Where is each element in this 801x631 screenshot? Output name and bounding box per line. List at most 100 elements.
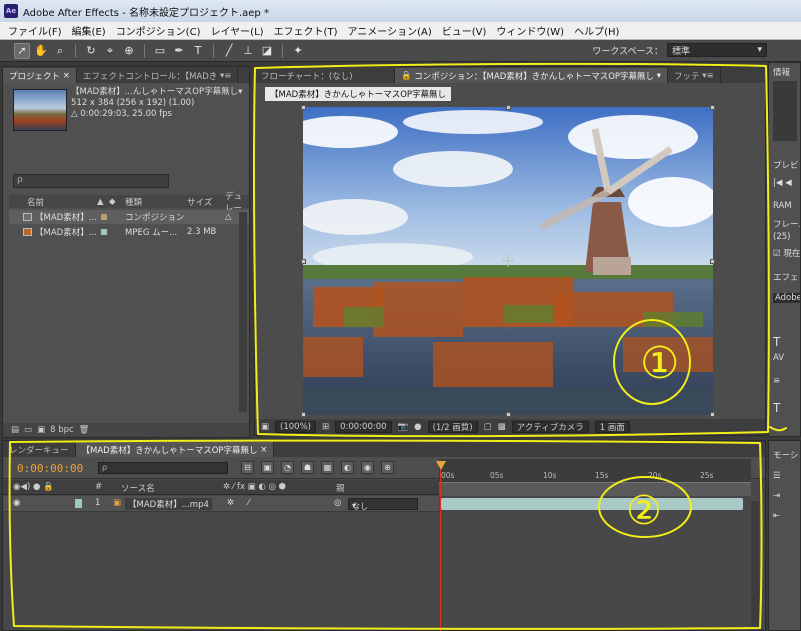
bounding-handle[interactable] <box>301 259 306 264</box>
tab-flowchart[interactable]: フローチャート：(なし) <box>255 68 395 83</box>
always-preview-icon[interactable]: ▣ <box>261 422 269 432</box>
tab-footage[interactable]: フッテ ▾≡ <box>668 68 721 83</box>
zoom-tool-icon[interactable]: ⌕ <box>52 43 68 59</box>
project-scrollbar[interactable] <box>239 212 247 412</box>
magnification-dropdown[interactable]: (100%) <box>275 421 316 433</box>
brush-tool-icon[interactable]: ╱ <box>221 43 237 59</box>
motion-blur-icon[interactable]: ◐ <box>341 461 354 474</box>
rectangle-tool-icon[interactable]: ▭ <box>152 43 168 59</box>
layer-name[interactable]: 【MAD素材】...mp4 <box>125 498 212 510</box>
new-folder-icon[interactable]: ▭ <box>24 425 32 435</box>
collapse-switch-icon[interactable]: ✲ <box>227 498 234 508</box>
motion-panel-label[interactable]: モーシ <box>773 449 798 461</box>
menu-help[interactable]: ヘルプ(H) <box>574 23 619 38</box>
bounding-handle[interactable] <box>301 412 306 417</box>
menu-composition[interactable]: コンポジション(C) <box>116 23 201 38</box>
list-item[interactable]: 【MAD素材】... MPEG ムー... 2.3 MB <box>9 225 249 239</box>
bpc-label[interactable]: 8 bpc <box>50 425 74 435</box>
layer-duration-bar[interactable] <box>441 498 743 510</box>
panel-menu-icon[interactable]: ☰ <box>773 471 781 481</box>
bounding-handle[interactable] <box>301 105 306 110</box>
col-parent[interactable]: 親 <box>336 482 345 494</box>
resolution-dropdown[interactable]: (1/2 画質) <box>427 421 478 433</box>
align-icon[interactable]: ⇤ <box>773 511 780 521</box>
view-layout-dropdown[interactable]: 1 画面 <box>594 421 630 433</box>
color-channel-icon[interactable]: ● <box>414 422 421 432</box>
current-time-indicator[interactable] <box>440 461 441 631</box>
col-size[interactable]: サイズ <box>187 196 212 208</box>
menu-edit[interactable]: 編集(E) <box>72 23 106 38</box>
current-time-indicator-head[interactable] <box>436 461 446 470</box>
frame-blending-icon[interactable]: ▦ <box>321 461 334 474</box>
list-item[interactable]: 【MAD素材】... コンポジション △ <box>9 210 249 224</box>
camera-tool-icon[interactable]: ⌖ <box>102 43 118 59</box>
menu-layer[interactable]: レイヤー(L) <box>210 23 263 38</box>
brainstorm-icon[interactable]: ⊕ <box>381 461 394 474</box>
menu-effect[interactable]: エフェクト(T) <box>274 23 338 38</box>
tab-composition[interactable]: 🔒 コンポジション：【MAD素材】きかんしゃトーマスOP字幕無し ▾ <box>395 68 669 83</box>
comp-name-badge[interactable]: 【MAD素材】きかんしゃトーマスOP字幕無し <box>265 87 452 101</box>
draft-3d-icon[interactable]: ◔ <box>281 461 294 474</box>
tab-project[interactable]: プロジェクト × <box>3 68 77 83</box>
bounding-handle[interactable] <box>506 105 511 110</box>
bounding-handle[interactable] <box>710 105 715 110</box>
col-type[interactable]: 種類 <box>125 196 142 208</box>
menu-view[interactable]: ビュー(V) <box>442 23 487 38</box>
frame-rate-value[interactable]: (25) <box>773 232 790 242</box>
quality-switch-icon[interactable]: ⁄ <box>248 498 249 508</box>
transparency-grid-icon[interactable]: ▩ <box>498 422 506 432</box>
pickwhip-icon[interactable]: ◎ <box>334 498 341 508</box>
tab-effect-controls[interactable]: エフェクトコントロール：【MADき ▾≡ <box>77 68 239 83</box>
effects-search-field[interactable]: Adobe <box>773 293 800 303</box>
comp-mini-flowchart-icon[interactable]: ⊟ <box>241 461 254 474</box>
composition-viewer[interactable] <box>303 107 713 415</box>
shy-layers-icon[interactable]: ☗ <box>301 461 314 474</box>
bounding-handle[interactable] <box>710 412 715 417</box>
first-frame-icon[interactable]: |◀ ◀ <box>773 178 792 188</box>
pan-behind-tool-icon[interactable]: ⊕ <box>121 43 137 59</box>
from-current-checkbox[interactable]: ☑ 現在 <box>773 247 800 259</box>
label-color-swatch[interactable] <box>100 229 107 235</box>
rotate-tool-icon[interactable]: ↻ <box>83 43 99 59</box>
eraser-tool-icon[interactable]: ◪ <box>259 43 275 59</box>
bounding-handle[interactable] <box>710 259 715 264</box>
effects-panel-label[interactable]: エフェ <box>773 271 799 283</box>
live-update-icon[interactable]: ▣ <box>261 461 274 474</box>
pen-tool-icon[interactable]: ✒ <box>171 43 187 59</box>
timeline-search-input[interactable]: ρ <box>98 462 228 474</box>
grid-icon[interactable]: ⊞ <box>322 422 329 432</box>
col-source-name[interactable]: ソース名 <box>121 482 155 494</box>
timeline-timecode[interactable]: 0:00:00:00 <box>17 462 83 475</box>
region-of-interest-icon[interactable]: ▢ <box>484 422 492 432</box>
new-composition-icon[interactable]: ▣ <box>37 425 45 435</box>
col-name[interactable]: 名前 <box>27 196 44 208</box>
info-panel-label[interactable]: 情報 <box>773 66 790 78</box>
label-color-swatch[interactable] <box>75 499 82 508</box>
clone-stamp-tool-icon[interactable]: ⊥ <box>240 43 256 59</box>
tab-render-queue[interactable]: レンダーキュー <box>3 442 76 457</box>
workspace-dropdown[interactable]: 標準 ▾ <box>667 43 767 57</box>
bounding-handle[interactable] <box>506 412 511 417</box>
tab-timeline-comp[interactable]: 【MAD素材】きかんしゃトーマスOP字幕無し × <box>75 442 275 457</box>
trash-icon[interactable]: 🗑 <box>79 425 90 435</box>
menu-animation[interactable]: アニメーション(A) <box>347 23 431 38</box>
hand-tool-icon[interactable]: ✋ <box>33 43 49 59</box>
project-search-input[interactable]: ρ <box>13 174 169 188</box>
align-icon[interactable]: ⇥ <box>773 491 780 501</box>
snapshot-icon[interactable]: 📷 <box>398 422 409 432</box>
text-tool-icon[interactable]: T <box>190 43 206 59</box>
puppet-pin-tool-icon[interactable]: ✦ <box>290 43 306 59</box>
current-time-field[interactable]: 0:00:00:00 <box>335 421 392 433</box>
timeline-scrollbar[interactable] <box>751 501 759 626</box>
work-area-bar[interactable] <box>439 482 751 496</box>
parent-dropdown[interactable]: なし ▾ <box>348 498 418 511</box>
graph-editor-icon[interactable]: ◉ <box>361 461 374 474</box>
ram-preview-label[interactable]: RAM <box>773 201 792 211</box>
preview-panel-label[interactable]: プレビ <box>773 159 799 171</box>
visibility-icon[interactable]: ◉ <box>13 498 20 508</box>
label-color-swatch[interactable] <box>100 214 107 220</box>
layer-row[interactable]: ◉ 1 ▣ 【MAD素材】...mp4 ✲ ⁄ ◎ なし ▾ <box>3 496 439 512</box>
selection-tool-icon[interactable]: ➚ <box>14 42 30 59</box>
menu-window[interactable]: ウィンドウ(W) <box>496 23 564 38</box>
camera-dropdown[interactable]: アクティブカメラ <box>511 421 589 433</box>
